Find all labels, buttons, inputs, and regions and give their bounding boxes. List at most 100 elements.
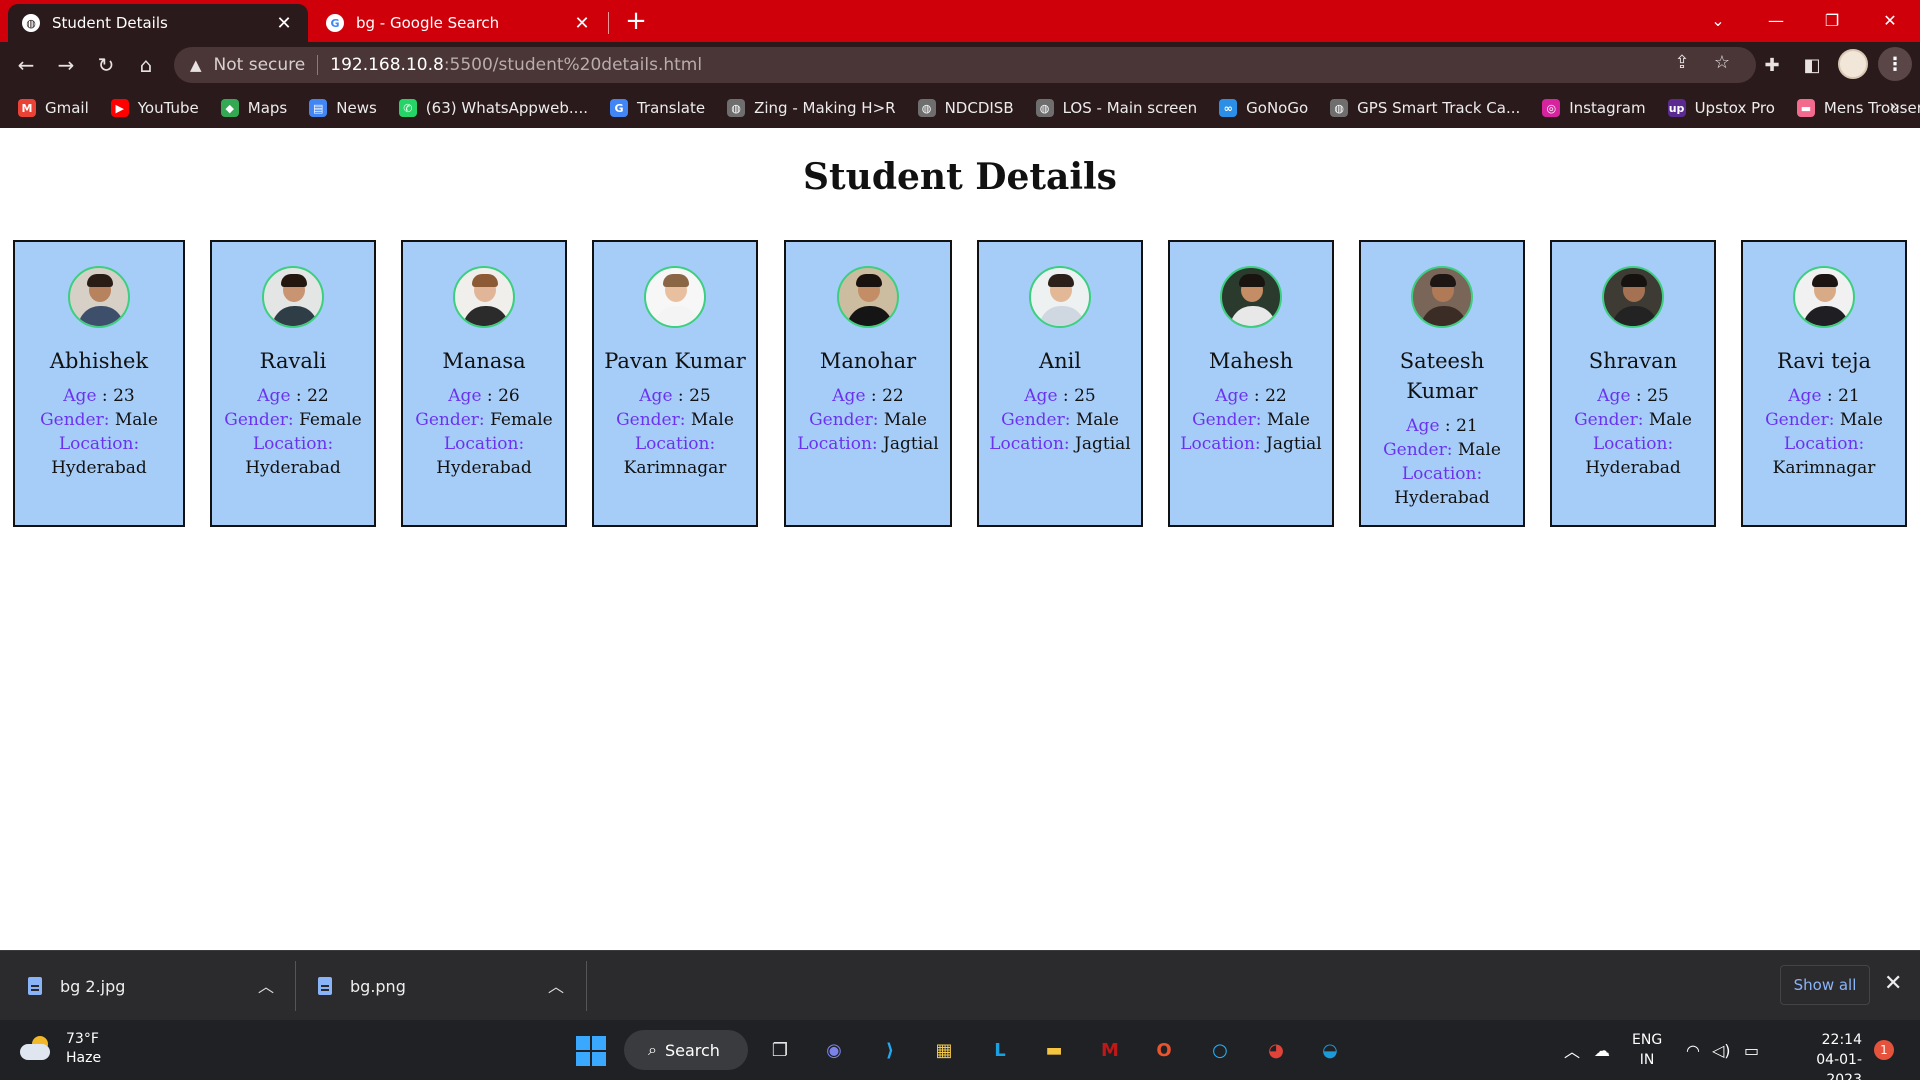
start-button[interactable] (576, 1036, 606, 1066)
address-bar[interactable]: ▲ Not secure 192.168.10.8:5500/student%2… (174, 47, 1756, 83)
chrome-icon[interactable]: ◕ (1258, 1032, 1294, 1068)
gender-label: Gender (415, 410, 479, 430)
bookmark-label: GoNoGo (1246, 99, 1309, 117)
student-card: Ravi teja Age : 21 Gender: Male Location: K… (1741, 240, 1907, 527)
age-label: Age (1788, 386, 1822, 406)
student-card: Shravan Age : 25 Gender: Male Location: Hyd… (1550, 240, 1716, 527)
bookmark-item[interactable]: ◍ LOS - Main screen (1035, 99, 1197, 117)
bookmark-item[interactable]: ◍ NDCDISB (917, 99, 1014, 117)
student-avatar (644, 266, 706, 328)
window-close-button[interactable]: ✕ (1862, 0, 1918, 40)
close-icon[interactable]: ✕ (1884, 971, 1902, 996)
home-icon[interactable]: ⌂ (132, 51, 160, 79)
age-value: 21 (1838, 386, 1860, 406)
new-tab-button[interactable]: + (622, 7, 650, 35)
age-label: Age (257, 386, 291, 406)
notification-badge[interactable]: 1 (1874, 1040, 1894, 1060)
back-arrow-icon[interactable]: ← (12, 51, 40, 79)
age-label: Age (1024, 386, 1058, 406)
location-label: Location (634, 434, 710, 454)
weather-condition: Haze (66, 1050, 102, 1066)
location-label: Location (1180, 434, 1255, 454)
restore-button[interactable]: ❐ (1804, 0, 1860, 40)
bookmark-label: GPS Smart Track Ca... (1357, 99, 1521, 117)
bookmark-item[interactable]: ▶ YouTube (110, 99, 199, 117)
share-icon[interactable]: ⇪ (1670, 50, 1694, 74)
chevron-up-icon[interactable]: ︿ (1564, 1020, 1580, 1080)
mcafee-icon[interactable]: M (1092, 1032, 1128, 1068)
battery-icon[interactable]: ▭ (1744, 1020, 1759, 1080)
security-label[interactable]: Not secure (214, 55, 306, 75)
bookmark-item[interactable]: M Gmail (18, 99, 89, 117)
location-label: Location (1783, 434, 1859, 454)
label-colon: : (1667, 434, 1674, 454)
download-item[interactable]: bg.png (318, 951, 406, 1021)
file-explorer-icon[interactable]: ▬ (1036, 1032, 1072, 1068)
onedrive-icon[interactable]: ☁ (1594, 1020, 1610, 1080)
student-info: Age : 21 Gender: Male Location: Hyderabad (1383, 416, 1501, 508)
bookmark-item[interactable]: up Upstox Pro (1667, 99, 1775, 117)
reload-icon[interactable]: ↻ (92, 51, 120, 79)
clock[interactable]: 22:14 04-01-2023 (1782, 1030, 1862, 1090)
forward-arrow-icon[interactable]: → (52, 51, 80, 79)
gender-value: Female (490, 410, 553, 430)
task-view-icon[interactable]: ❐ (762, 1032, 798, 1068)
bookmark-item[interactable]: ✆ (63) WhatsAppweb.... (398, 99, 588, 117)
bookmark-item[interactable]: ∞ GoNoGo (1219, 99, 1308, 117)
label-colon: : (133, 434, 140, 454)
bookmarks-overflow-icon[interactable]: » (1889, 96, 1900, 117)
star-icon[interactable]: ☆ (1710, 50, 1734, 74)
age-value: 22 (882, 386, 904, 406)
location-value: Jagtial (1075, 434, 1131, 454)
label-colon: : (287, 410, 300, 430)
bookmark-item[interactable]: ▬ Mens Trousers - Bu... (1796, 99, 1920, 117)
label-colon: : (871, 434, 884, 454)
l-app-icon[interactable]: L (982, 1032, 1018, 1068)
bookmark-item[interactable]: ◍ GPS Smart Track Ca... (1330, 99, 1520, 117)
chevron-up-icon[interactable]: ︿ (548, 973, 564, 997)
taskbar-search[interactable]: ⌕ Search (624, 1030, 748, 1070)
gender-label: Gender (40, 410, 104, 430)
tab-google-search[interactable]: G bg - Google Search ✕ (312, 4, 606, 42)
close-icon[interactable]: ✕ (572, 13, 592, 34)
edge-icon[interactable]: ◒ (1312, 1032, 1348, 1068)
download-item[interactable]: bg 2.jpg (28, 951, 125, 1021)
warning-icon[interactable]: ▲ (190, 56, 202, 74)
show-all-button[interactable]: Show all (1780, 965, 1870, 1005)
office-icon[interactable]: O (1146, 1032, 1182, 1068)
bookmark-item[interactable]: ◎ Instagram (1542, 99, 1646, 117)
extensions-icon[interactable]: ✚ (1758, 51, 1786, 79)
tab-search-icon[interactable]: ⌄ (1690, 0, 1746, 40)
student-name: Anil (1038, 349, 1082, 373)
news-icon: ▤ (309, 99, 328, 117)
alexa-icon[interactable]: ○ (1202, 1032, 1238, 1068)
menu-icon[interactable]: ⋮ (1878, 47, 1912, 81)
bookmark-item[interactable]: G Translate (609, 99, 705, 117)
divider (586, 961, 587, 1011)
tab-student-details[interactable]: ◍ Student Details ✕ (8, 4, 308, 42)
label-colon: : (1255, 410, 1267, 430)
google-icon: G (326, 14, 344, 32)
language-indicator[interactable]: ENG IN (1632, 1030, 1662, 1070)
bookmark-item[interactable]: ▤ News (309, 99, 377, 117)
wifi-icon[interactable]: ◠ (1686, 1020, 1700, 1080)
browser-toolbar: ← → ↻ ⌂ ▲ Not secure 192.168.10.8:5500/s… (0, 42, 1920, 88)
teams-chat-icon[interactable]: ◉ (816, 1032, 852, 1068)
age-value: 25 (1074, 386, 1096, 406)
student-info: Age : 22 Gender: Male Location: Jagtial (1180, 386, 1322, 454)
chevron-up-icon[interactable]: ︿ (258, 973, 274, 997)
bookmark-item[interactable]: ◍ Zing - Making H>R (727, 99, 896, 117)
vscode-icon[interactable]: ⟩ (872, 1032, 908, 1068)
avatar[interactable] (1838, 49, 1868, 79)
store-icon[interactable]: ▦ (926, 1032, 962, 1068)
location-value: Hyderabad (436, 458, 532, 478)
tab-strip: ◍ Student Details ✕ G bg - Google Search… (0, 0, 1920, 42)
side-panel-icon[interactable]: ◧ (1798, 51, 1826, 79)
url-host: 192.168.10.8 (330, 55, 444, 75)
bookmark-item[interactable]: ◆ Maps (220, 99, 287, 117)
close-icon[interactable]: ✕ (274, 13, 294, 34)
volume-icon[interactable]: ◁) (1712, 1020, 1731, 1080)
weather-widget[interactable]: 73°F Haze (20, 1030, 101, 1068)
minimize-button[interactable]: — (1748, 0, 1804, 40)
label-colon: : (518, 434, 525, 454)
